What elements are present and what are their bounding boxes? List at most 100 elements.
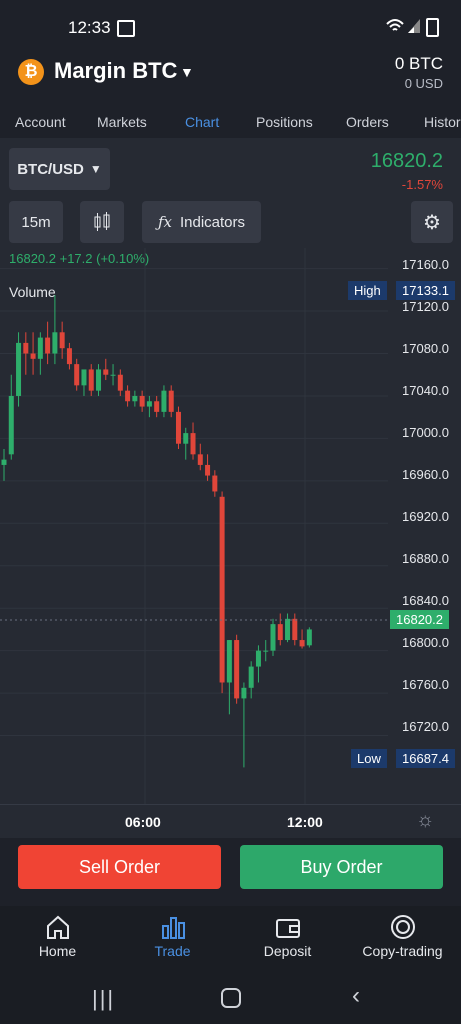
nav-copy-trading-label: Copy-trading <box>362 943 443 959</box>
status-bar: 12:33 <box>0 0 461 52</box>
nav-home[interactable]: Home <box>0 914 115 959</box>
bitcoin-icon: ₿ <box>18 59 44 85</box>
candle-body <box>132 395 138 402</box>
candle-body <box>241 687 247 699</box>
candle-body <box>37 337 43 359</box>
back-icon[interactable]: ‹ <box>352 982 360 1010</box>
low-tag-label: Low <box>351 749 387 768</box>
candle-body <box>146 401 152 407</box>
nav-copy-trading[interactable]: Copy-trading <box>345 914 460 959</box>
order-bar: Sell Order Buy Order <box>0 838 461 906</box>
candle-body <box>125 390 131 402</box>
candle-body <box>66 348 72 365</box>
candle-body <box>270 624 276 651</box>
nav-trade-label: Trade <box>154 943 191 959</box>
x-tick: 06:00 <box>125 814 161 830</box>
copy-trading-icon <box>390 915 415 939</box>
y-tick: 17040.0 <box>402 383 449 398</box>
candle-body <box>263 650 269 652</box>
low-tag-value: 16687.4 <box>396 749 455 768</box>
status-time: 12:33 <box>68 18 111 37</box>
candle-body <box>117 374 123 391</box>
nav-trade[interactable]: Trade <box>115 914 230 959</box>
buy-order-button[interactable]: Buy Order <box>240 845 443 889</box>
signal-icon <box>408 19 420 33</box>
y-tick: 17000.0 <box>402 425 449 440</box>
candle-body <box>52 332 58 354</box>
candle-body <box>292 618 298 641</box>
candle-body <box>212 475 218 492</box>
y-tick: 16760.0 <box>402 677 449 692</box>
candle-body <box>30 353 36 359</box>
candle-body <box>96 369 102 391</box>
candle-body <box>248 666 254 688</box>
y-tick: 17160.0 <box>402 257 449 272</box>
wifi-icon <box>386 19 404 31</box>
candle-body <box>161 390 167 412</box>
nav-deposit-label: Deposit <box>263 943 312 959</box>
battery-icon <box>426 18 439 37</box>
nav-deposit[interactable]: Deposit <box>230 914 345 959</box>
recents-icon[interactable]: ||| <box>92 986 115 1012</box>
balance-btc: 0 BTC <box>394 54 443 73</box>
y-tick: 16800.0 <box>402 635 449 650</box>
candle-body <box>234 640 240 699</box>
wallet-icon <box>275 919 300 938</box>
home-icon <box>46 915 69 939</box>
high-tag-label: High <box>348 281 387 300</box>
account-title[interactable]: Margin BTC <box>54 58 177 84</box>
y-tick: 16880.0 <box>402 551 449 566</box>
tab-bar: Account Markets Chart Positions Orders H… <box>0 106 461 138</box>
candle-body <box>197 454 203 465</box>
candle-body <box>183 433 189 444</box>
candle-body <box>103 369 109 375</box>
y-tick: 17120.0 <box>402 299 449 314</box>
candle-body <box>139 395 145 407</box>
candle-body <box>154 401 160 412</box>
balance-usd: 0 USD <box>404 76 443 91</box>
candle-body <box>45 337 51 354</box>
high-tag-value: 17133.1 <box>396 281 455 300</box>
candle-body <box>175 411 181 444</box>
tab-chart[interactable]: Chart <box>185 114 219 130</box>
sun-icon[interactable]: ☼ <box>416 809 434 832</box>
gallery-icon <box>117 20 135 37</box>
tab-orders[interactable]: Orders <box>346 114 389 130</box>
x-axis-divider <box>0 804 461 805</box>
tab-account[interactable]: Account <box>15 114 66 130</box>
x-tick: 12:00 <box>287 814 323 830</box>
app-header: ₿ Margin BTC ▼ 0 BTC 0 USD <box>0 52 461 106</box>
candle-body <box>1 459 7 465</box>
chevron-down-icon[interactable]: ▼ <box>180 64 194 80</box>
candle-body <box>255 650 261 667</box>
tab-positions[interactable]: Positions <box>256 114 313 130</box>
bottom-nav: Home Trade Deposit Copy-trading <box>0 906 461 976</box>
chart-panel: BTC/USD ▼ 16820.2 -1.57% 15m ƒx Indicato… <box>0 138 461 838</box>
candle-body <box>16 342 22 396</box>
tab-markets[interactable]: Markets <box>97 114 147 130</box>
chart-bars-icon <box>161 917 185 939</box>
y-tick: 16920.0 <box>402 509 449 524</box>
candle-body <box>277 624 283 641</box>
price-chart[interactable] <box>0 138 461 838</box>
candle-body <box>81 369 87 386</box>
home-system-icon[interactable] <box>221 988 241 1008</box>
candle-body <box>226 640 232 683</box>
candle-body <box>219 496 225 683</box>
candle-body <box>306 629 312 646</box>
y-tick: 16960.0 <box>402 467 449 482</box>
candle-body <box>8 395 14 455</box>
sell-order-button[interactable]: Sell Order <box>18 845 221 889</box>
candle-body <box>299 640 305 647</box>
candle-body <box>23 342 29 354</box>
candle-body <box>205 464 211 476</box>
candle-body <box>168 390 174 412</box>
candle-body <box>88 369 94 391</box>
system-nav: ||| ‹ <box>0 976 461 1024</box>
y-tick: 17080.0 <box>402 341 449 356</box>
candle-body <box>190 433 196 455</box>
candle-body <box>74 364 80 386</box>
tab-history[interactable]: Histor <box>424 114 461 130</box>
candle-body <box>285 618 291 641</box>
last-price-tag: 16820.2 <box>390 610 449 629</box>
